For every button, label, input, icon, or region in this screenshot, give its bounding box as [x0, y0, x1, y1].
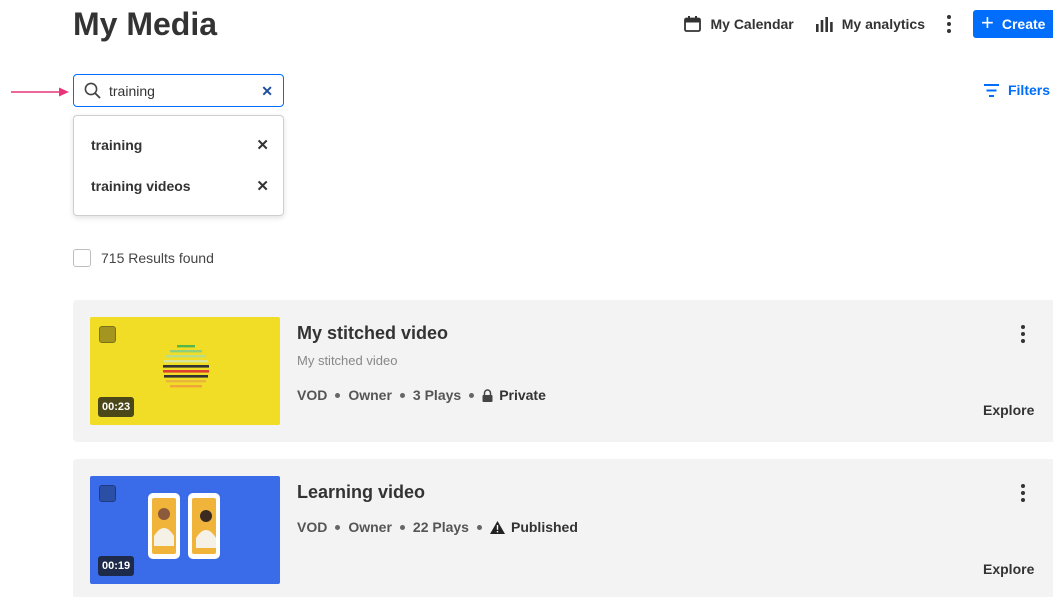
media-meta: VOD Owner 3 Plays Private: [297, 387, 546, 403]
create-label: Create: [1001, 16, 1046, 32]
pointer-arrow-icon: [11, 87, 69, 97]
duration-badge: 00:19: [98, 556, 135, 576]
filters-label: Filters: [1007, 82, 1050, 98]
media-type: VOD: [297, 387, 328, 403]
more-options-button[interactable]: [947, 15, 951, 33]
separator-dot-icon: [476, 524, 482, 530]
media-options-button[interactable]: [1021, 325, 1025, 348]
kebab-icon: [947, 15, 951, 33]
lock-icon: [482, 388, 493, 402]
suggestion-item[interactable]: training ✕: [91, 136, 269, 154]
search-icon: [84, 82, 101, 99]
media-meta: VOD Owner 22 Plays Published: [297, 519, 578, 535]
media-card: 00:23 My stitched video My stitched vide…: [73, 300, 1053, 442]
remove-suggestion-icon[interactable]: ✕: [256, 136, 269, 154]
media-status: Private: [482, 387, 546, 403]
media-status-label: Private: [499, 387, 546, 403]
suggestion-label: training videos: [91, 178, 191, 194]
analytics-icon: [815, 16, 833, 32]
media-options-button[interactable]: [1021, 484, 1025, 507]
search-suggestions: training ✕ training videos ✕: [73, 115, 284, 216]
media-title[interactable]: My stitched video: [297, 323, 448, 344]
separator-dot-icon: [399, 392, 405, 398]
media-type: VOD: [297, 519, 328, 535]
kebab-icon: [1021, 484, 1025, 502]
media-role: Owner: [348, 387, 392, 403]
results-row: 715 Results found: [73, 249, 214, 267]
separator-dot-icon: [335, 524, 341, 530]
media-plays: 22 Plays: [412, 519, 469, 535]
separator-dot-icon: [469, 392, 475, 398]
remove-suggestion-icon[interactable]: ✕: [256, 177, 269, 195]
media-card: 00:19 Learning video VOD Owner 22 Plays …: [73, 459, 1053, 597]
header-actions: My Calendar My analytics + Create: [684, 10, 1053, 38]
page-title: My Media: [73, 6, 218, 42]
media-title[interactable]: Learning video: [297, 482, 425, 503]
my-calendar-link[interactable]: My Calendar: [684, 16, 794, 32]
plus-icon: +: [981, 10, 994, 35]
clear-search-icon[interactable]: ✕: [261, 83, 273, 100]
duration-badge: 00:23: [98, 397, 135, 417]
media-role: Owner: [348, 519, 392, 535]
my-analytics-link[interactable]: My analytics: [815, 16, 925, 32]
calendar-icon: [684, 16, 702, 32]
media-thumbnail[interactable]: 00:19: [90, 476, 280, 584]
suggestion-label: training: [91, 137, 143, 153]
select-all-checkbox[interactable]: [73, 249, 91, 267]
explore-button[interactable]: Explore: [983, 402, 1034, 418]
media-status-label: Published: [510, 519, 578, 535]
media-plays: 3 Plays: [412, 387, 462, 403]
media-description: My stitched video: [297, 353, 398, 368]
search-box: ✕: [73, 74, 284, 107]
create-button[interactable]: + Create: [973, 10, 1053, 38]
media-status: Published: [489, 519, 578, 535]
suggestion-item[interactable]: training videos ✕: [91, 177, 269, 195]
warning-icon: [489, 520, 505, 534]
separator-dot-icon: [399, 524, 405, 530]
explore-button[interactable]: Explore: [983, 561, 1034, 577]
results-count: 715 Results found: [101, 250, 214, 266]
my-calendar-label: My Calendar: [710, 16, 794, 32]
search-input[interactable]: [109, 82, 249, 99]
filter-icon: [983, 83, 999, 97]
my-analytics-label: My analytics: [841, 16, 925, 32]
media-thumbnail[interactable]: 00:23: [90, 317, 280, 425]
kebab-icon: [1021, 325, 1025, 343]
filters-button[interactable]: Filters: [983, 82, 1050, 98]
separator-dot-icon: [335, 392, 341, 398]
